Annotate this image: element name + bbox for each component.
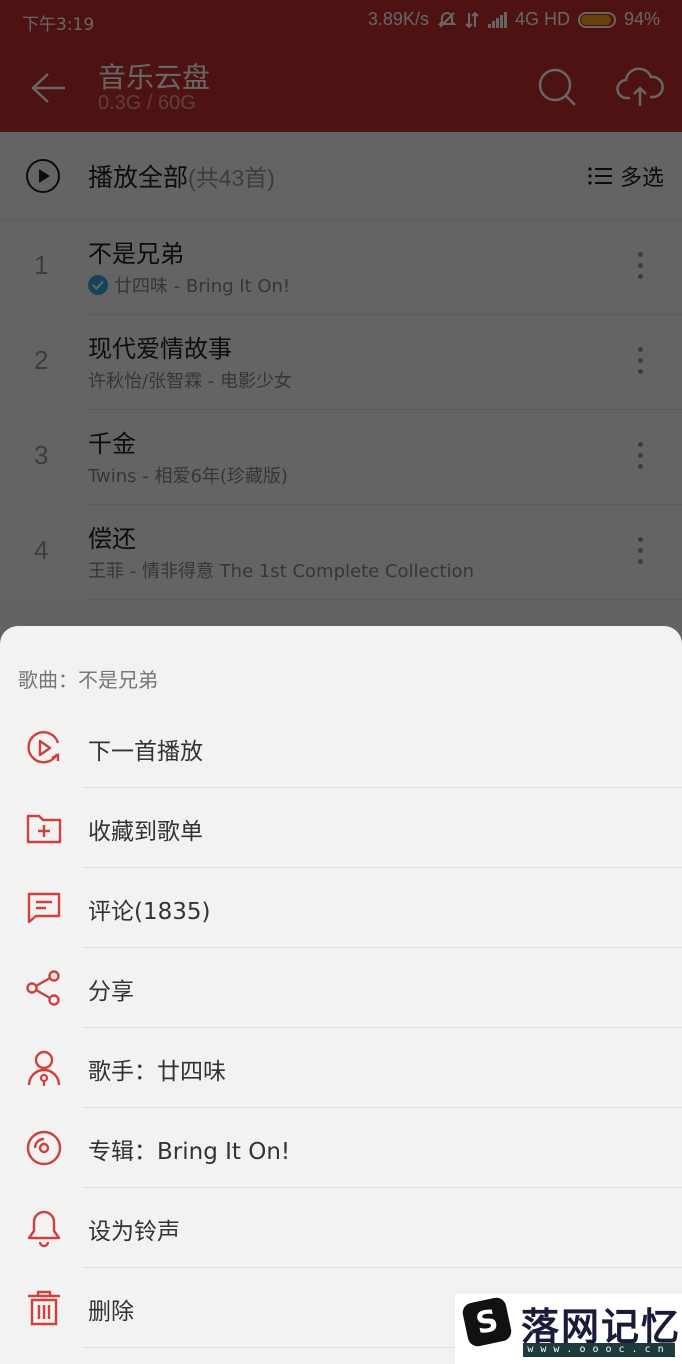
menu-item-label: 分享 [88, 979, 134, 1005]
watermark-url: www.oooc.cn [523, 1343, 675, 1357]
menu-item-label: 评论(1835) [88, 899, 211, 925]
trash-icon [28, 1290, 60, 1326]
sheet-menu: 下一首播放 收藏到歌单 评论(1835) 分享 歌手：廿四味 专辑：Bring … [0, 708, 682, 1348]
menu-item-label: 收藏到歌单 [88, 819, 203, 845]
menu-item-comment[interactable]: 评论(1835) [0, 868, 682, 948]
menu-item-label: 歌手：廿四味 [88, 1059, 226, 1085]
menu-item-play-next[interactable]: 下一首播放 [0, 708, 682, 788]
menu-item-ringtone[interactable]: 设为铃声 [0, 1188, 682, 1268]
menu-item-album[interactable]: 专辑：Bring It On! [0, 1108, 682, 1188]
menu-item-add-to-playlist[interactable]: 收藏到歌单 [0, 788, 682, 868]
menu-item-artist[interactable]: 歌手：廿四味 [0, 1028, 682, 1108]
menu-item-label: 删除 [88, 1299, 134, 1325]
menu-item-label: 专辑：Bring It On! [88, 1139, 291, 1165]
sheet-heading: 歌曲：不是兄弟 [18, 668, 158, 692]
bell-icon [27, 1210, 61, 1248]
menu-item-share[interactable]: 分享 [0, 948, 682, 1028]
watermark: S 落网记忆 www.oooc.cn [455, 1294, 682, 1364]
watermark-logo-icon: S [460, 1295, 514, 1349]
menu-item-label: 下一首播放 [88, 739, 203, 765]
artist-icon [27, 1050, 61, 1086]
menu-item-label: 设为铃声 [88, 1219, 180, 1245]
album-icon [26, 1130, 62, 1166]
share-icon [26, 970, 60, 1006]
song-action-sheet: 歌曲：不是兄弟 下一首播放 收藏到歌单 评论(1835) 分享 歌手：廿四味 专… [0, 626, 682, 1364]
add-to-playlist-icon [26, 814, 62, 844]
play-next-icon [27, 731, 60, 764]
comment-icon [27, 892, 61, 924]
